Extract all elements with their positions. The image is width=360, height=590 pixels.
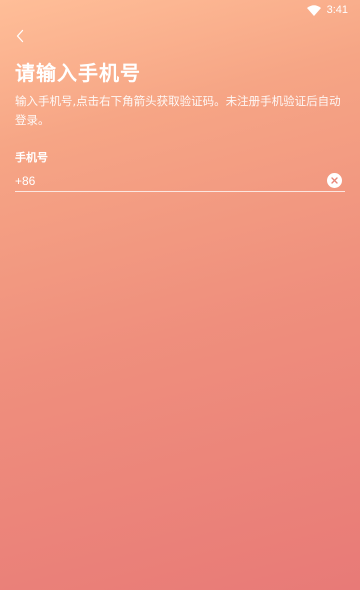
phone-label: 手机号 — [15, 151, 48, 164]
phone-field — [15, 170, 345, 192]
status-time: 3:41 — [326, 4, 348, 16]
chevron-left-icon — [16, 29, 24, 43]
page-title: 请输入手机号 — [15, 61, 141, 85]
wifi-icon — [306, 4, 321, 16]
clear-circle-icon — [331, 177, 338, 184]
description-text: 输入手机号,点击右下角箭头获取验证码。未注册手机验证后自动登录。 — [15, 94, 341, 127]
clear-button[interactable] — [327, 173, 342, 188]
status-bar: 3:41 — [0, 0, 360, 20]
back-button[interactable] — [10, 26, 30, 46]
phone-input[interactable] — [15, 173, 327, 188]
